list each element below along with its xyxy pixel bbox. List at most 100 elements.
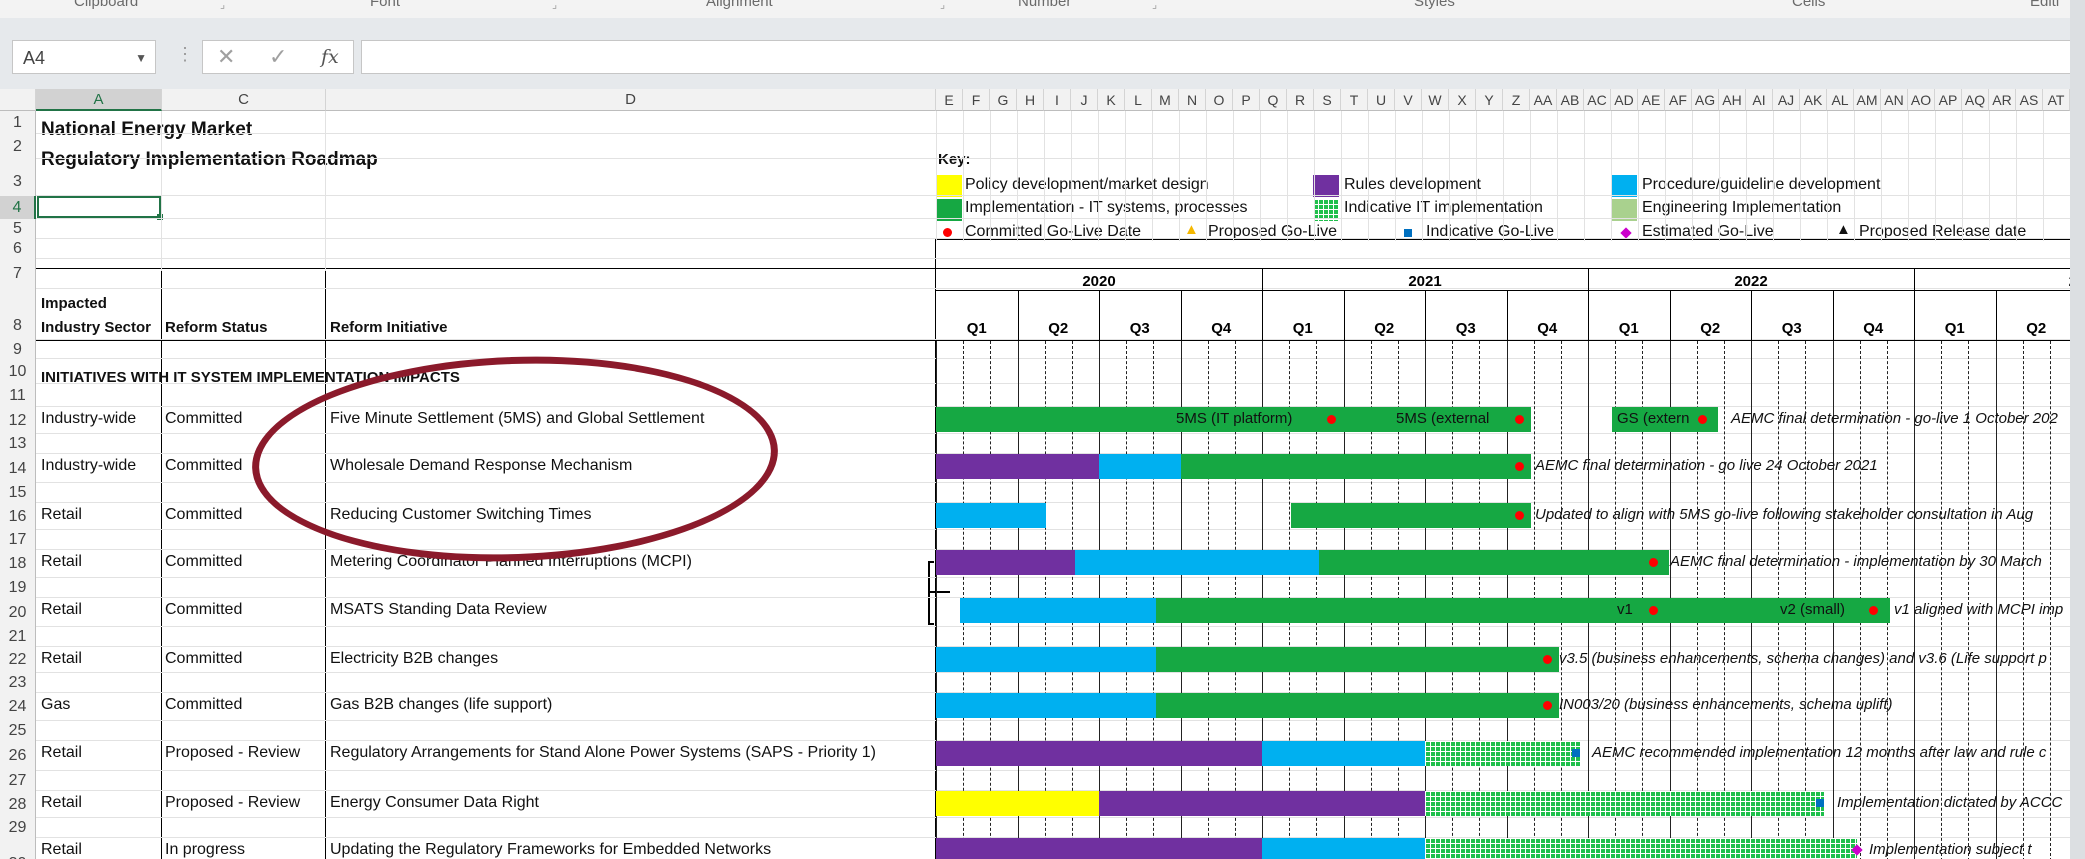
row-header-15[interactable]: 15 [0,483,36,503]
column-header-ap[interactable]: AP [1935,89,1962,111]
cell-initiative-name[interactable]: Regulatory Arrangements for Stand Alone … [330,744,876,762]
cell-initiative-name[interactable]: Gas B2B changes (life support) [330,696,552,714]
column-header-m[interactable]: M [1152,89,1179,111]
cell-sector[interactable]: Industry-wide [41,410,136,428]
cell-status[interactable]: Committed [165,506,242,524]
row-header-13[interactable]: 13 [0,434,36,454]
ribbon-group-styles[interactable]: Styles [1414,0,1455,10]
column-header-h[interactable]: H [1017,89,1044,111]
ribbon-group-editing[interactable]: Editi [2030,0,2059,10]
column-header-al[interactable]: AL [1827,89,1854,111]
column-header-c[interactable]: C [162,89,326,111]
column-header-ac[interactable]: AC [1584,89,1611,111]
column-header-p[interactable]: P [1233,89,1260,111]
column-header-am[interactable]: AM [1854,89,1881,111]
column-header-s[interactable]: S [1314,89,1341,111]
row-header-26[interactable]: 26 [0,741,36,771]
cell-sector[interactable]: Retail [41,553,82,571]
cell-status[interactable]: Proposed - Review [165,744,300,762]
cell-initiative-name[interactable]: Updating the Regulatory Frameworks for E… [330,841,771,859]
fill-handle[interactable] [157,214,163,220]
row-header-30[interactable]: 30 [0,838,36,859]
cell-sector[interactable]: Retail [41,650,82,668]
column-header-w[interactable]: W [1422,89,1449,111]
ribbon-group-clipboard[interactable]: Clipboard [74,0,138,10]
formula-input[interactable] [361,40,2071,74]
row-header-22[interactable]: 22 [0,647,36,673]
row-header-1[interactable]: 1 [0,111,36,134]
cell-initiative-name[interactable]: MSATS Standing Data Review [330,601,547,619]
column-header-a[interactable]: A [36,89,162,111]
cell-sector[interactable]: Retail [41,841,82,859]
column-header-as[interactable]: AS [2016,89,2043,111]
column-header-aj[interactable]: AJ [1773,89,1800,111]
column-header-ar[interactable]: AR [1989,89,2016,111]
column-header-ai[interactable]: AI [1746,89,1773,111]
row-header-20[interactable]: 20 [0,598,36,627]
dialog-launcher-icon[interactable]: ⌟ [940,0,945,11]
column-header-ae[interactable]: AE [1638,89,1665,111]
column-header-ao[interactable]: AO [1908,89,1935,111]
row-header-21[interactable]: 21 [0,627,36,647]
column-header-f[interactable]: F [963,89,990,111]
column-header-an[interactable]: AN [1881,89,1908,111]
column-header-x[interactable]: X [1449,89,1476,111]
cell-initiative-name[interactable]: Energy Consumer Data Right [330,794,539,812]
cell-status[interactable]: Committed [165,410,242,428]
column-header-k[interactable]: K [1098,89,1125,111]
row-header-25[interactable]: 25 [0,721,36,741]
column-header-j[interactable]: J [1071,89,1098,111]
ribbon-group-font[interactable]: Font [370,0,400,10]
ribbon-group-cells[interactable]: Cells [1792,0,1825,10]
row-header-11[interactable]: 11 [0,384,36,407]
name-box[interactable]: A4 ▼ [12,40,156,74]
column-header-l[interactable]: L [1125,89,1152,111]
column-header-t[interactable]: T [1341,89,1368,111]
row-header-17[interactable]: 17 [0,530,36,550]
cell-status[interactable]: Committed [165,553,242,571]
row-header-3[interactable]: 3 [0,159,36,196]
ribbon-group-number[interactable]: Number [1018,0,1071,10]
column-header-y[interactable]: Y [1476,89,1503,111]
row-header-8[interactable]: 8 [0,289,36,340]
row-header-18[interactable]: 18 [0,550,36,578]
cell-initiative-name[interactable]: Electricity B2B changes [330,650,498,668]
row-header-23[interactable]: 23 [0,673,36,693]
row-header-19[interactable]: 19 [0,578,36,598]
column-header-ad[interactable]: AD [1611,89,1638,111]
cell-status[interactable]: Committed [165,601,242,619]
insert-function-icon[interactable]: fx [321,46,339,68]
column-header-q[interactable]: Q [1260,89,1287,111]
row-header-7[interactable]: 7 [0,259,36,289]
column-header-g[interactable]: G [990,89,1017,111]
row-header-27[interactable]: 27 [0,771,36,791]
row-header-2[interactable]: 2 [0,134,36,159]
cell-sector[interactable]: Retail [41,794,82,812]
cancel-icon[interactable]: ✕ [217,44,235,70]
selected-cell-a4[interactable] [37,196,161,218]
enter-check-icon[interactable]: ✓ [269,44,287,70]
row-header-24[interactable]: 24 [0,693,36,721]
column-header-ah[interactable]: AH [1719,89,1746,111]
column-header-o[interactable]: O [1206,89,1233,111]
column-header-r[interactable]: R [1287,89,1314,111]
ribbon-group-alignment[interactable]: Alignment [706,0,773,10]
row-header-10[interactable]: 10 [0,359,36,384]
row-header-6[interactable]: 6 [0,239,36,259]
column-header-aa[interactable]: AA [1530,89,1557,111]
cell-sector[interactable]: Gas [41,696,70,714]
column-header-at[interactable]: AT [2043,89,2070,111]
column-header-d[interactable]: D [326,89,936,111]
chevron-down-icon[interactable]: ▼ [135,41,147,75]
column-header-ab[interactable]: AB [1557,89,1584,111]
dialog-launcher-icon[interactable]: ⌟ [220,0,225,11]
select-all-corner[interactable] [0,89,36,111]
cell-sector[interactable]: Retail [41,744,82,762]
column-header-af[interactable]: AF [1665,89,1692,111]
cell-status[interactable]: Committed [165,650,242,668]
column-header-ag[interactable]: AG [1692,89,1719,111]
cell-sector[interactable]: Retail [41,506,82,524]
column-header-e[interactable]: E [936,89,963,111]
row-header-4[interactable]: 4 [0,196,36,219]
dialog-launcher-icon[interactable]: ⌟ [552,0,557,11]
